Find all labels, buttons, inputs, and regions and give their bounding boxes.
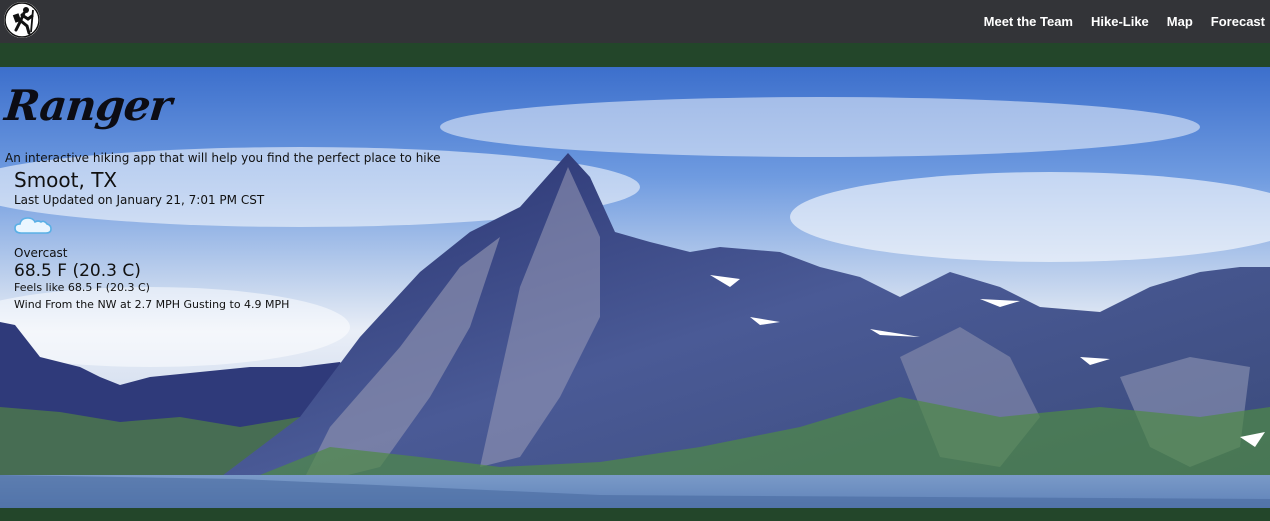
weather-feels-like: Feels like 68.5 F (20.3 C)	[14, 281, 150, 294]
brand-title: Ranger	[2, 81, 174, 130]
hiker-logo-icon[interactable]	[4, 2, 40, 38]
footer-band	[0, 508, 1270, 521]
weather-temperature: 68.5 F (20.3 C)	[14, 261, 141, 281]
tagline: An interactive hiking app that will help…	[5, 151, 441, 165]
weather-wind: Wind From the NW at 2.7 MPH Gusting to 4…	[14, 298, 290, 311]
weather-panel: Smoot, TX Last Updated on January 21, 7:…	[14, 167, 289, 312]
nav-links: Meet the Team Hike-Like Map Forecast	[966, 0, 1265, 43]
nav-link-hike-like[interactable]: Hike-Like	[1091, 14, 1149, 29]
weather-location: Smoot, TX	[14, 168, 118, 192]
cloud-icon	[14, 215, 54, 237]
top-navbar: Meet the Team Hike-Like Map Forecast	[0, 0, 1270, 43]
hero-content: Ranger An interactive hiking app that wi…	[0, 67, 600, 508]
weather-updated-time: Last Updated on January 21, 7:01 PM CST	[14, 193, 265, 207]
nav-link-forecast[interactable]: Forecast	[1211, 14, 1265, 29]
nav-link-map[interactable]: Map	[1167, 14, 1193, 29]
header-band	[0, 43, 1270, 67]
hero-banner: Ranger An interactive hiking app that wi…	[0, 67, 1270, 508]
nav-link-meet-the-team[interactable]: Meet the Team	[984, 14, 1073, 29]
weather-condition: Overcast	[14, 246, 68, 260]
